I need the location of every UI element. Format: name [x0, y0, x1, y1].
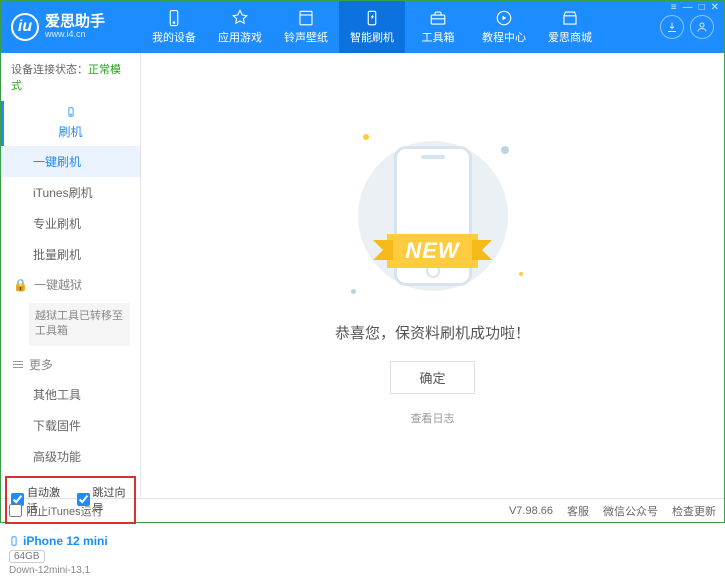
sidebar-item-more-0[interactable]: 其他工具	[1, 379, 140, 410]
nav-toolbox[interactable]: 工具箱	[405, 1, 471, 53]
success-message: 恭喜您，保资料刷机成功啦！	[335, 322, 530, 343]
phone-icon	[66, 107, 76, 117]
flash-icon	[363, 9, 381, 27]
nav-flash[interactable]: 智能刷机	[339, 1, 405, 53]
view-log-link[interactable]: 查看日志	[411, 410, 455, 426]
app-name: 爱思助手	[45, 14, 105, 29]
hamburger-icon	[13, 361, 23, 368]
nav-store[interactable]: 爱思商城	[537, 1, 603, 53]
toolbox-icon	[429, 9, 447, 27]
device-firmware: Down-12mini-13,1	[9, 565, 132, 576]
sidebar-item-flash-1[interactable]: iTunes刷机	[1, 177, 140, 208]
sidebar-item-flash-0[interactable]: 一键刷机	[1, 146, 140, 177]
tutorial-icon	[495, 9, 513, 27]
sidebar-section-jailbreak: 🔒 一键越狱	[1, 270, 140, 299]
sidebar-item-more-1[interactable]: 下载固件	[1, 410, 140, 441]
block-itunes-checkbox[interactable]: 阻止iTunes运行	[9, 503, 103, 519]
download-button[interactable]	[660, 15, 684, 39]
wallpaper-icon	[297, 9, 315, 27]
sidebar-item-flash-2[interactable]: 专业刷机	[1, 208, 140, 239]
sidebar: 设备连接状态：正常模式 刷机 一键刷机iTunes刷机专业刷机批量刷机 🔒 一键…	[1, 53, 141, 498]
phone-icon	[9, 534, 19, 548]
window-controls: ≡ — □ ✕	[671, 2, 719, 13]
wechat-link[interactable]: 微信公众号	[603, 503, 658, 519]
sidebar-section-flash[interactable]: 刷机	[1, 101, 140, 146]
device-capacity: 64GB	[9, 550, 45, 563]
maximize-icon[interactable]: □	[699, 2, 705, 13]
update-link[interactable]: 检查更新	[672, 503, 716, 519]
app-url: www.i4.cn	[45, 29, 105, 40]
sidebar-item-more-2[interactable]: 高级功能	[1, 441, 140, 472]
nav-wallpaper[interactable]: 铃声壁纸	[273, 1, 339, 53]
sidebar-item-flash-3[interactable]: 批量刷机	[1, 239, 140, 270]
nav-device[interactable]: 我的设备	[141, 1, 207, 53]
nav-apps[interactable]: 应用游戏	[207, 1, 273, 53]
settings-icon[interactable]: ≡	[671, 2, 677, 13]
minimize-icon[interactable]: —	[683, 2, 693, 13]
main-content: NEW 恭喜您，保资料刷机成功啦！ 确定 查看日志	[141, 53, 724, 498]
connection-status: 设备连接状态：正常模式	[1, 53, 140, 101]
ok-button[interactable]: 确定	[390, 361, 474, 394]
success-illustration: NEW	[333, 126, 533, 306]
store-icon	[561, 9, 579, 27]
device-icon	[165, 9, 183, 27]
service-link[interactable]: 客服	[567, 503, 589, 519]
jailbreak-note: 越狱工具已转移至工具箱	[29, 303, 130, 346]
new-ribbon: NEW	[387, 234, 477, 268]
logo-icon: iu	[11, 13, 39, 41]
account-button[interactable]	[690, 15, 714, 39]
nav-tutorial[interactable]: 教程中心	[471, 1, 537, 53]
sidebar-section-more[interactable]: 更多	[1, 350, 140, 379]
app-logo: iu 爱思助手 www.i4.cn	[1, 13, 141, 41]
apps-icon	[231, 9, 249, 27]
top-nav: 我的设备应用游戏铃声壁纸智能刷机工具箱教程中心爱思商城	[141, 1, 650, 53]
close-icon[interactable]: ✕	[711, 2, 719, 13]
titlebar: iu 爱思助手 www.i4.cn 我的设备应用游戏铃声壁纸智能刷机工具箱教程中…	[1, 1, 724, 53]
version-label: V7.98.66	[509, 505, 553, 517]
lock-icon: 🔒	[13, 278, 28, 292]
device-info[interactable]: iPhone 12 mini 64GB Down-12mini-13,1	[1, 528, 140, 582]
